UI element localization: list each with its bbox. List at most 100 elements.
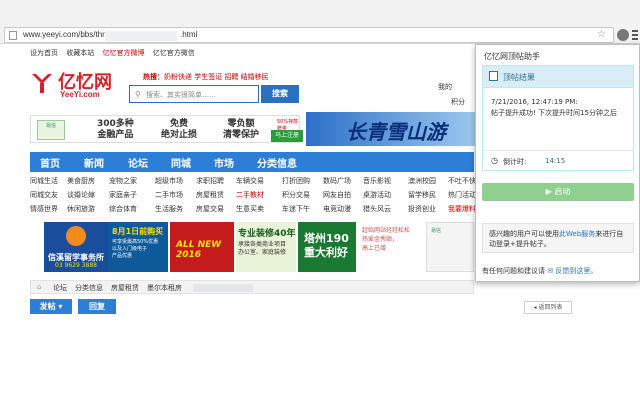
ad-renovation[interactable]: 专业装修40年 承接各类商业项目 办公室、家庭装修	[236, 222, 296, 272]
ad-logo: 易信	[37, 120, 65, 140]
grid-row: 同城交友 谈婚论嫁 家庭亲子 二手市场 房屋租赁 二手教材 积分交易 网友自拍 …	[30, 190, 476, 204]
grid-link[interactable]: 电竞动漫	[323, 204, 351, 214]
nav-local[interactable]: 同城	[171, 155, 191, 170]
start-button[interactable]: ▶ 启动	[482, 183, 634, 201]
ad-col-1: 300多种 金融产品	[97, 119, 134, 140]
divider	[483, 150, 633, 151]
grid-link[interactable]: 房屋租赁	[196, 190, 224, 200]
reply-button[interactable]: 回复	[78, 299, 116, 314]
ad-text: 起始网站轻轻松松 热爱金秀廊， 高上已增	[362, 227, 411, 252]
grid-link[interactable]: 网友自拍	[323, 190, 351, 200]
post-button[interactable]: 发帖 ▾	[30, 299, 72, 314]
top-links: 设为首页 收藏本站 亿忆官方微博 亿忆官方微信	[30, 48, 201, 58]
logo-text-en: YeeYi.com	[60, 90, 100, 99]
hot-search-terms[interactable]: 奶粉快递 学生签证 招聘 结婚移民	[164, 73, 269, 81]
bookmark-star-icon[interactable]: ☆	[597, 29, 606, 40]
grid-link[interactable]: 我要爆料	[448, 204, 476, 214]
grid-link[interactable]: 澳洲校园	[408, 176, 436, 186]
feedback-link[interactable]: 反馈到这里。	[555, 267, 597, 275]
note-text: 感兴趣的用户可以使用此Web服务来进行自动登录+提升帖子。	[489, 230, 624, 248]
grid-link[interactable]: 同城交友	[30, 190, 58, 200]
grid-link[interactable]: 休闲旅游	[67, 204, 95, 214]
ad-banner-forex[interactable]: 易信 300多种 金融产品 免费 绝对止损 零负额 清零保护 50%存款赠金 马…	[30, 115, 303, 143]
nav-classifieds[interactable]: 分类信息	[257, 155, 297, 170]
ad-car-promo[interactable]: ALL NEW 2016	[170, 222, 234, 272]
search-button[interactable]: 搜索	[261, 85, 299, 103]
ad-register-button[interactable]: 马上注册	[271, 130, 303, 142]
grid-link[interactable]: 音乐影视	[363, 176, 391, 186]
ad-sub: 可享受最高50%优惠 以及入门级电子 产品优惠	[112, 239, 159, 259]
ad-snow-title: 长青雪山游	[346, 120, 446, 144]
hot-search-label: 热搜：	[143, 73, 164, 81]
grid-link[interactable]: 情感世界	[30, 204, 58, 214]
wechat-link[interactable]: 亿忆官方微信	[153, 49, 195, 57]
bookmark-site-link[interactable]: 收藏本站	[66, 49, 94, 57]
user-link-mine[interactable]: 我的	[438, 82, 452, 92]
grid-link[interactable]: 留学移民	[408, 190, 436, 200]
grid-link[interactable]: 打折团购	[282, 176, 310, 186]
grid-link[interactable]: 积分交易	[282, 190, 310, 200]
grid-link[interactable]: 生活服务	[155, 204, 183, 214]
web-service-link[interactable]: 此Web服务	[559, 230, 595, 238]
grid-link[interactable]: 数码广场	[323, 176, 351, 186]
crumb-forum[interactable]: 论坛	[53, 283, 67, 293]
ad-title: 专业装修40年	[238, 229, 296, 239]
ad-purchase-promo[interactable]: 8月1日前购买 可享受最高50%优惠 以及入门级电子 产品优惠	[108, 222, 168, 272]
grid-link[interactable]: 投资创业	[408, 204, 436, 214]
browser-menu-icon[interactable]	[632, 30, 638, 42]
document-icon	[489, 71, 498, 81]
grid-link[interactable]: 二手市场	[155, 190, 183, 200]
countdown-label: 倒计时:	[503, 158, 527, 166]
ad-phone: 03 9629 3888	[55, 262, 97, 269]
nav-home[interactable]: 首页	[40, 155, 60, 170]
grid-link[interactable]: 桌游活动	[363, 190, 391, 200]
grid-link[interactable]: 宠物之家	[109, 176, 137, 186]
nav-forum[interactable]: 论坛	[128, 155, 148, 170]
page-icon	[9, 31, 17, 40]
ad-banner-snow-tour[interactable]: 长青雪山游	[306, 112, 476, 146]
grid-link[interactable]: 美食厨房	[67, 176, 95, 186]
ad-text-promo[interactable]: 起始网站轻轻松松 热爱金秀廊， 高上已增	[360, 222, 424, 272]
grid-link[interactable]: 热门活动	[448, 190, 476, 200]
grid-link[interactable]: 不吐不快	[448, 176, 476, 186]
grid-link[interactable]: 生意买卖	[236, 204, 264, 214]
ad-study-agency[interactable]: 信溪留学事务所 03 9629 3888	[44, 222, 108, 272]
browser-toolbar: www.yeeyi.com/bbs/thread .html ☆	[0, 0, 640, 44]
back-to-list-button[interactable]: ◂ 返回列表	[524, 301, 572, 314]
home-icon[interactable]: ⌂	[37, 283, 41, 291]
grid-link[interactable]: 超级市场	[155, 176, 183, 186]
grid-row: 同城生活 美食厨房 宠物之家 超级市场 求职招聘 车辆交易 打折团购 数码广场 …	[30, 176, 476, 190]
ad-col-3: 零负额 清零保护	[223, 119, 260, 140]
result-timestamp: 7/21/2016, 12:47:19 PM:	[491, 98, 578, 106]
grid-link[interactable]: 猎头风云	[363, 204, 391, 214]
nav-news[interactable]: 新闻	[84, 155, 104, 170]
agency-logo-icon	[66, 226, 86, 246]
grid-link[interactable]: 房屋交易	[196, 204, 224, 214]
result-message: 帖子提升成功! 下次提升时间15分钟之后	[491, 109, 617, 117]
grid-link[interactable]: 二手教材	[236, 190, 264, 200]
nav-market[interactable]: 市场	[214, 155, 234, 170]
grid-link[interactable]: 车迷下午	[282, 204, 310, 214]
crumb-melbourne[interactable]: 墨尔本租房	[147, 283, 182, 293]
yeeyi-logo-icon	[32, 74, 52, 93]
grid-link[interactable]: 求职招聘	[196, 176, 224, 186]
set-homepage-link[interactable]: 设为首页	[30, 49, 58, 57]
grid-link[interactable]: 谈婚论嫁	[67, 190, 95, 200]
result-panel-body: 7/21/2016, 12:47:19 PM: 帖子提升成功! 下次提升时间15…	[482, 87, 634, 171]
address-bar[interactable]: www.yeeyi.com/bbs/thread .html	[4, 27, 614, 43]
user-link-points[interactable]: 积分	[451, 97, 465, 107]
ad-tasmania[interactable]: 塔州190 重大利好	[298, 222, 356, 272]
grid-link[interactable]: 车辆交易	[236, 176, 264, 186]
hot-search: 热搜：奶粉快递 学生签证 招聘 结婚移民	[143, 72, 269, 82]
grid-link[interactable]: 家庭亲子	[109, 190, 137, 200]
bump-helper-popup: 亿忆网顶帖助手 顶帖结果 7/21/2016, 12:47:19 PM: 帖子提…	[475, 44, 640, 282]
search-input[interactable]: ⚲ 搜索、其实很简单……	[129, 85, 259, 103]
grid-link[interactable]: 同城生活	[30, 176, 58, 186]
ad-forex-small[interactable]: 易信	[426, 222, 474, 272]
crumb-classifieds[interactable]: 分类信息	[75, 283, 103, 293]
weibo-link[interactable]: 亿忆官方微博	[102, 49, 144, 57]
crumb-rental[interactable]: 房屋租赁	[111, 283, 139, 293]
grid-link[interactable]: 综合体育	[109, 204, 137, 214]
url-prefix: www.yeeyi.com/bbs/thread	[23, 30, 119, 39]
extension-icon[interactable]	[617, 29, 629, 41]
